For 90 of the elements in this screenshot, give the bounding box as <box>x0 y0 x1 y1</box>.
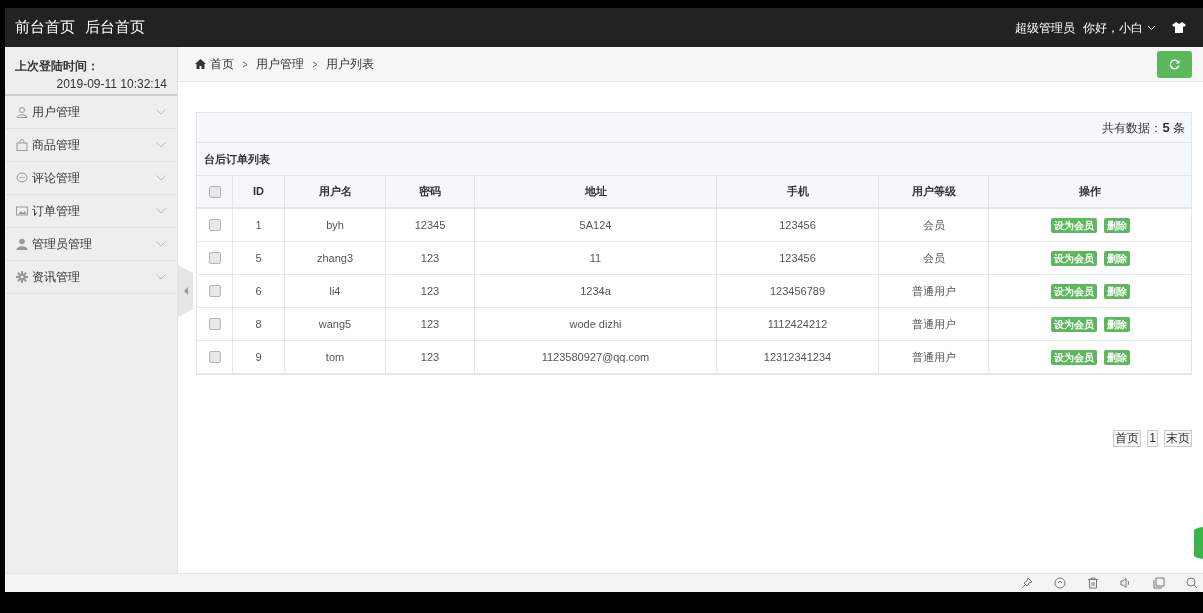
separator-icon <box>312 60 318 68</box>
table-cell-text: 普通用户 <box>911 349 956 365</box>
separator-icon <box>242 60 248 68</box>
table-cell-text: 123 <box>420 349 440 365</box>
table-cell-text: 5A124 <box>579 217 612 233</box>
table-cell-text: 普通用户 <box>911 316 956 332</box>
table-cell-text: 123 <box>420 316 440 332</box>
table-cell-text: 123456789 <box>769 283 826 299</box>
table-cell-text: 11 <box>589 250 602 266</box>
window-icon[interactable] <box>1153 577 1165 589</box>
column-header: 地址 <box>584 184 607 200</box>
row-checkbox[interactable] <box>208 285 221 297</box>
table-cell-text: zhang3 <box>316 250 354 266</box>
user-menu[interactable]: 你好，小白 <box>1083 18 1156 37</box>
table-cell-text: 1123580927@qq.com <box>541 349 650 365</box>
row-checkbox[interactable] <box>208 318 221 330</box>
shirt-icon[interactable] <box>1172 22 1186 33</box>
chevron-icon <box>156 109 166 115</box>
chevron-icon <box>156 175 166 181</box>
sidebar-item[interactable]: 管理员管理 <box>5 228 177 261</box>
table-cell-text: 12345 <box>414 217 446 233</box>
sidebar-item[interactable]: 商品管理 <box>5 129 177 162</box>
table-cell-text: li4 <box>329 283 341 299</box>
caret-icon <box>1147 24 1156 31</box>
gear-icon <box>16 271 28 283</box>
column-header: 操作 <box>1079 184 1101 200</box>
image-icon <box>16 205 28 217</box>
chevron-icon <box>156 241 166 247</box>
column-header: 用户名 <box>318 184 352 200</box>
chevron-icon <box>156 208 166 214</box>
collapse-tab-icon[interactable] <box>178 265 193 317</box>
refresh-icon <box>1169 58 1180 70</box>
table-cell-text: 123456 <box>779 217 816 233</box>
table-cell-text: 123456 <box>779 250 816 266</box>
header-link[interactable]: 前台首页 <box>15 16 75 39</box>
table-cell-text: wode dizhi <box>569 316 622 332</box>
page-link[interactable]: 1 <box>1147 430 1158 447</box>
sidebar-item[interactable]: 订单管理 <box>5 195 177 228</box>
floating-widget-icon <box>1194 527 1203 559</box>
table-cell-text: tom <box>325 349 345 365</box>
table-cell-text: 1 <box>255 217 262 233</box>
total-count: 共有数据：5 条 <box>1102 118 1185 137</box>
column-header: 密码 <box>419 184 441 200</box>
refresh-button[interactable] <box>1157 50 1192 78</box>
table-cell-text: 123 <box>420 250 440 266</box>
page-link[interactable]: 末页 <box>1164 430 1192 447</box>
table-cell-text: 8 <box>255 316 262 332</box>
home-icon <box>195 59 206 69</box>
refresh-icon[interactable] <box>1054 577 1066 589</box>
table-cell-text: 会员 <box>922 250 945 266</box>
search-icon[interactable] <box>1186 577 1198 589</box>
column-header: 用户等级 <box>911 184 956 200</box>
sound-icon[interactable] <box>1120 577 1132 589</box>
column-header: ID <box>253 184 264 200</box>
person-icon <box>16 238 28 250</box>
table-cell-text: byh <box>326 217 344 233</box>
trash-icon[interactable] <box>1087 577 1099 589</box>
sidebar-item[interactable]: 资讯管理 <box>5 261 177 294</box>
table-cell-text: 会员 <box>922 217 945 233</box>
user-role: 超级管理员 <box>1015 19 1075 37</box>
last-login-label: 上次登陆时间： <box>15 58 100 75</box>
table-cell-text: 9 <box>255 349 262 365</box>
row-checkbox[interactable] <box>208 219 221 231</box>
last-login-time: 2019-09-11 10:32:14 <box>56 76 167 93</box>
breadcrumb-link[interactable]: 用户管理 <box>256 55 304 73</box>
sidebar-item[interactable]: 评论管理 <box>5 162 177 195</box>
row-checkbox[interactable] <box>208 185 221 198</box>
pin-icon[interactable] <box>1021 577 1033 589</box>
chevron-icon <box>156 142 166 148</box>
table-cell-text: 123 <box>420 283 440 299</box>
header-link[interactable]: 后台首页 <box>85 16 145 39</box>
user-icon <box>16 106 28 118</box>
table-cell-text: 1234a <box>580 283 611 299</box>
sidebar-item[interactable]: 用户管理 <box>5 96 177 129</box>
bag-icon <box>16 139 28 151</box>
row-checkbox[interactable] <box>208 252 221 264</box>
page-link[interactable]: 首页 <box>1113 430 1142 447</box>
table-title: 台后订单列表 <box>204 151 270 167</box>
table-cell-text: 6 <box>255 283 262 299</box>
table-cell-text: 5 <box>255 250 262 266</box>
chat-icon <box>16 172 28 184</box>
breadcrumb-link[interactable]: 用户列表 <box>326 55 374 73</box>
table-cell-text: 12312341234 <box>763 349 832 365</box>
row-checkbox[interactable] <box>208 351 221 363</box>
chevron-icon <box>156 274 166 280</box>
table-cell-text: 1112424212 <box>767 316 828 332</box>
breadcrumb-link[interactable]: 首页 <box>210 55 234 73</box>
column-header: 手机 <box>786 184 809 200</box>
table-cell-text: 普通用户 <box>911 283 956 299</box>
table-cell-text: wang5 <box>318 316 352 332</box>
